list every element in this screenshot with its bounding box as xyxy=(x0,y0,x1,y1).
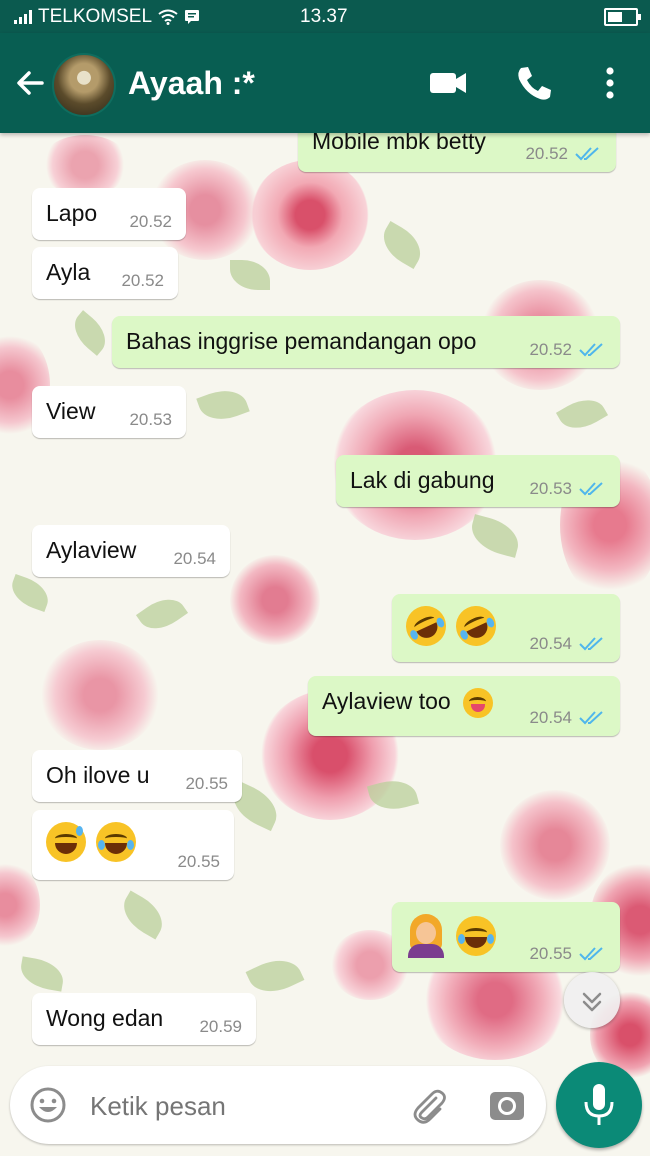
message-bubble-outgoing[interactable]: Aylaview too 20.54 xyxy=(308,676,620,736)
woman-facepalming-emoji xyxy=(406,914,446,958)
rolling-laughing-emoji xyxy=(399,599,453,653)
chat-header: Ayaah :* xyxy=(0,33,650,133)
message-bubble-incoming[interactable]: View 20.53 xyxy=(32,386,186,438)
message-time: 20.55 xyxy=(529,944,572,963)
carrier-name: TELKOMSEL xyxy=(38,6,153,27)
message-composer xyxy=(10,1066,546,1144)
message-text: Oh ilove u xyxy=(46,762,150,788)
status-time: 13.37 xyxy=(300,6,348,27)
tears-of-joy-emoji xyxy=(96,822,137,862)
read-receipt-icon xyxy=(579,637,603,651)
battery-icon xyxy=(604,8,641,26)
message-text: Aylaview xyxy=(46,537,137,563)
attachment-icon[interactable] xyxy=(408,1084,450,1126)
message-bubble-incoming[interactable]: Wong edan 20.59 xyxy=(32,993,256,1045)
read-receipt-icon xyxy=(579,343,603,357)
message-bubble-incoming[interactable]: Lapo 20.52 xyxy=(32,188,186,240)
microphone-icon xyxy=(584,1084,614,1125)
message-time: 20.55 xyxy=(185,774,228,793)
message-bubble-outgoing[interactable]: 20.55 xyxy=(392,902,620,972)
message-bubble-outgoing[interactable]: 20.54 xyxy=(392,594,620,662)
read-receipt-icon xyxy=(575,147,599,161)
message-text: Wong edan xyxy=(46,1005,164,1031)
message-time: 20.52 xyxy=(129,212,172,231)
message-time: 20.55 xyxy=(177,852,220,871)
voice-message-button[interactable] xyxy=(556,1062,642,1148)
message-time: 20.52 xyxy=(121,271,164,290)
message-text: View xyxy=(46,398,96,424)
contact-name[interactable]: Ayaah :* xyxy=(128,65,255,102)
message-time: 20.59 xyxy=(199,1017,242,1036)
read-receipt-icon xyxy=(579,482,603,496)
signal-icon xyxy=(14,10,32,24)
message-time: 20.52 xyxy=(525,144,568,163)
status-bar: TELKOMSEL 13.37 xyxy=(0,0,650,33)
grinning-sweat-emoji xyxy=(46,822,86,862)
zany-face-emoji xyxy=(463,688,494,718)
message-time: 20.54 xyxy=(173,549,216,568)
message-time: 20.54 xyxy=(529,708,572,727)
message-text: Bahas inggrise pemandangan opo xyxy=(126,328,477,354)
message-bubble-outgoing[interactable]: Bahas inggrise pemandangan opo 20.52 xyxy=(112,316,620,368)
message-text: Lak di gabung xyxy=(350,467,495,493)
scroll-to-bottom-button[interactable] xyxy=(564,972,620,1028)
message-time: 20.52 xyxy=(529,340,572,359)
message-list[interactable]: Mobile mbk betty 20.52 Lapo 20.52 Ayla 2… xyxy=(0,0,650,1156)
phone-call-icon[interactable] xyxy=(512,61,556,105)
message-bubble-outgoing[interactable]: Lak di gabung 20.53 xyxy=(336,455,620,507)
read-receipt-icon xyxy=(579,947,603,961)
message-notification-icon xyxy=(185,10,200,24)
contact-avatar[interactable] xyxy=(52,53,116,117)
more-options-icon[interactable] xyxy=(588,61,632,105)
message-bubble-incoming[interactable]: Oh ilove u 20.55 xyxy=(32,750,242,802)
message-text: Lapo xyxy=(46,200,98,226)
message-input[interactable] xyxy=(88,1090,392,1123)
camera-icon[interactable] xyxy=(486,1084,528,1126)
back-arrow-icon[interactable] xyxy=(10,63,50,103)
message-time: 20.53 xyxy=(529,479,572,498)
rolling-laughing-emoji xyxy=(449,599,503,653)
emoji-icon[interactable] xyxy=(28,1085,68,1125)
message-bubble-incoming[interactable]: Ayla 20.52 xyxy=(32,247,178,299)
read-receipt-icon xyxy=(579,711,603,725)
message-bubble-incoming[interactable]: Aylaview 20.54 xyxy=(32,525,230,577)
video-call-icon[interactable] xyxy=(426,61,470,105)
double-chevron-down-icon xyxy=(582,992,602,1012)
tears-of-joy-emoji xyxy=(456,916,497,956)
message-time: 20.53 xyxy=(129,410,172,429)
message-text: Aylaview too xyxy=(322,688,451,715)
message-time: 20.54 xyxy=(529,634,572,653)
message-text: Ayla xyxy=(46,259,91,285)
wifi-icon xyxy=(158,9,178,25)
message-bubble-incoming[interactable]: 20.55 xyxy=(32,810,234,880)
